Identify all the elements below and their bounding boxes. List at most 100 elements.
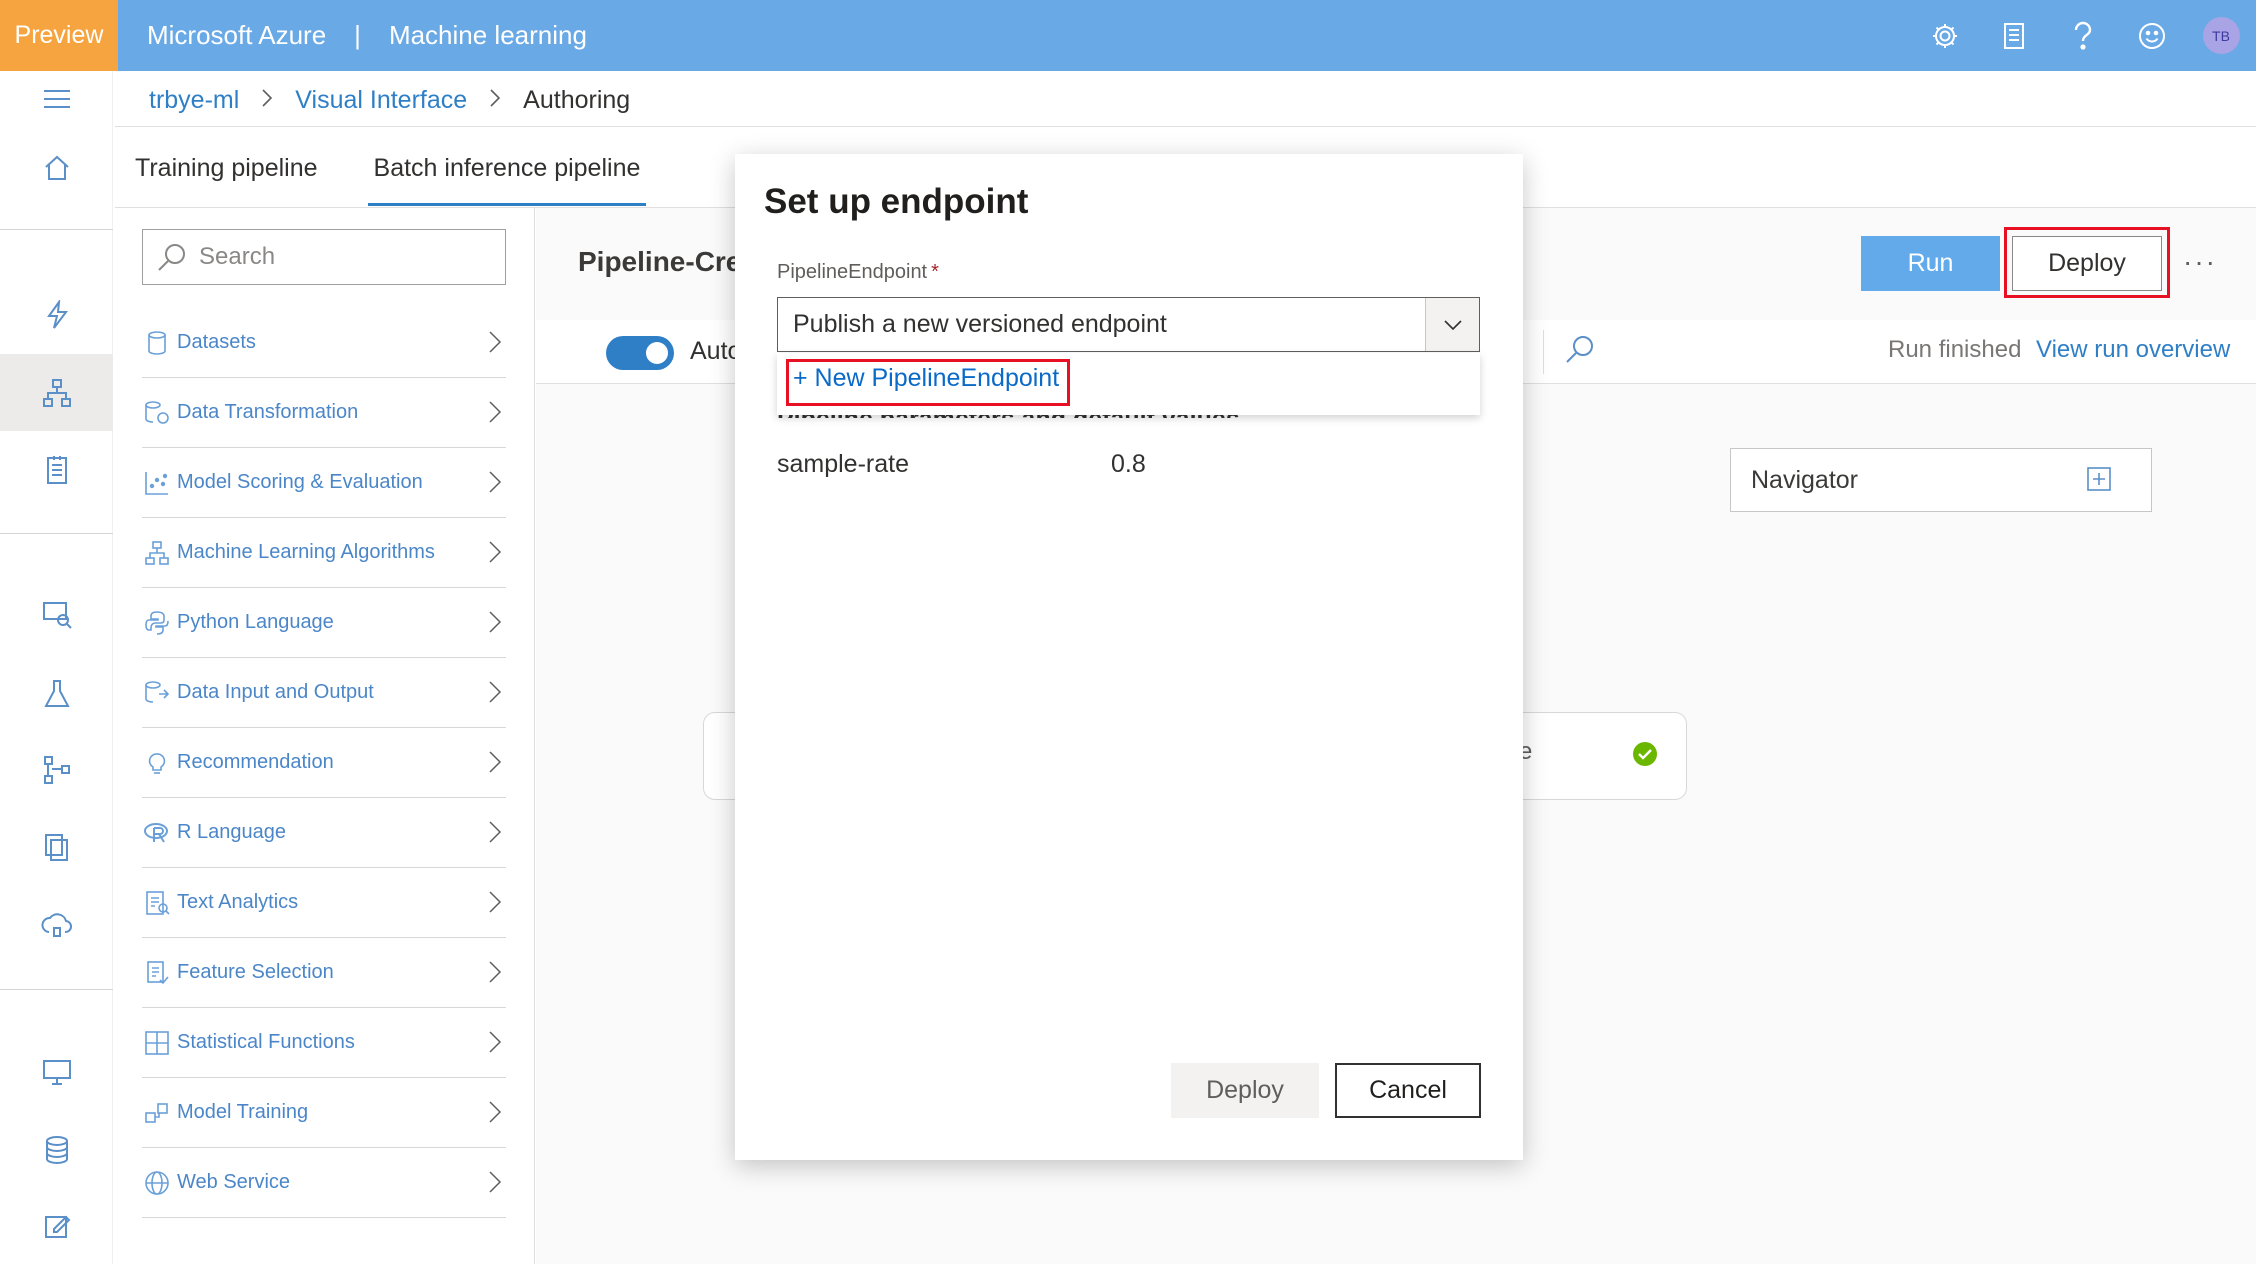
- chevron-down-icon[interactable]: [1425, 298, 1479, 351]
- hamburger-icon[interactable]: [0, 71, 113, 126]
- run-button[interactable]: Run: [1861, 236, 2000, 291]
- notebook-icon[interactable]: [1979, 0, 2048, 71]
- datastores-icon[interactable]: [0, 1111, 113, 1188]
- chevron-right-icon: [488, 470, 502, 500]
- dialog-cancel-button[interactable]: Cancel: [1335, 1063, 1481, 1118]
- chevron-right-icon: [488, 1100, 502, 1130]
- nav-divider: [0, 533, 113, 534]
- python-icon: [142, 608, 172, 638]
- palette-item-feature-selection[interactable]: Feature Selection: [142, 938, 506, 1008]
- palette-item-data-transformation[interactable]: Data Transformation: [142, 378, 506, 448]
- nav-divider: [0, 229, 113, 230]
- palette-item-model-scoring[interactable]: Model Scoring & Evaluation: [142, 448, 506, 518]
- endpoints-icon[interactable]: [0, 886, 113, 963]
- setup-endpoint-dialog: Set up endpoint PipelineEndpoint * Publis…: [735, 154, 1523, 1160]
- search-placeholder: Search: [199, 243, 276, 270]
- palette-item-label: Statistical Functions: [177, 1031, 355, 1053]
- dialog-deploy-button[interactable]: Deploy: [1171, 1063, 1319, 1118]
- autosave-label: Auto: [690, 337, 742, 365]
- pipeline-node[interactable]: e: [1495, 712, 1687, 800]
- nav-divider: [0, 989, 113, 990]
- feature-select-icon: [142, 958, 172, 988]
- chevron-right-icon: [488, 1030, 502, 1060]
- palette-item-label: Text Analytics: [177, 891, 299, 913]
- palette-item-recommendation[interactable]: Recommendation: [142, 728, 506, 798]
- endpoint-label-text: PipelineEndpoint: [777, 261, 928, 283]
- chevron-right-icon: [488, 890, 502, 920]
- service-name[interactable]: Machine learning: [389, 20, 587, 51]
- smiley-icon[interactable]: [2117, 0, 2186, 71]
- experiments-icon[interactable]: [0, 655, 113, 732]
- brand: Microsoft Azure | Machine learning: [147, 20, 587, 51]
- autosave-toggle[interactable]: [606, 336, 674, 370]
- chevron-right-icon: [488, 610, 502, 640]
- toggle-knob: [646, 342, 668, 364]
- avatar: TB: [2202, 17, 2240, 54]
- palette-item-model-training[interactable]: Model Training: [142, 1078, 506, 1148]
- palette-item-label: Data Input and Output: [177, 681, 374, 703]
- chevron-right-icon: [488, 960, 502, 990]
- designer-icon[interactable]: [0, 354, 113, 431]
- models-icon[interactable]: [0, 808, 113, 885]
- tab-training-pipeline[interactable]: Training pipeline: [135, 146, 318, 206]
- model-training-icon: [142, 1098, 172, 1128]
- palette-item-ml-algorithms[interactable]: Machine Learning Algorithms: [142, 518, 506, 588]
- chevron-right-icon: [488, 400, 502, 430]
- top-icons: TB: [1910, 0, 2256, 71]
- pipeline-tabs: Training pipeline Batch inference pipeli…: [135, 146, 696, 206]
- toolbar-divider: [1543, 330, 1544, 374]
- palette-item-data-io[interactable]: Data Input and Output: [142, 658, 506, 728]
- breadcrumb-workspace[interactable]: trbye-ml: [149, 86, 239, 115]
- more-options-icon[interactable]: ···: [2183, 246, 2217, 278]
- breadcrumb-divider: [115, 126, 2256, 127]
- param-name: sample-rate: [777, 450, 909, 478]
- globe-icon: [142, 1168, 172, 1198]
- palette-item-label: Python Language: [177, 611, 334, 633]
- data-transform-icon: [142, 398, 172, 428]
- notebooks-icon[interactable]: [0, 431, 113, 508]
- endpoint-dropdown[interactable]: Publish a new versioned endpoint: [777, 297, 1480, 352]
- palette-item-python-language[interactable]: Python Language: [142, 588, 506, 658]
- view-run-overview-link[interactable]: View run overview: [2036, 336, 2230, 364]
- text-analytics-icon: [142, 888, 172, 918]
- r-icon: [142, 818, 172, 848]
- labeling-icon[interactable]: [0, 1187, 113, 1264]
- palette-item-datasets[interactable]: Datasets: [142, 308, 506, 378]
- automl-icon[interactable]: [0, 276, 113, 353]
- palette-item-text-analytics[interactable]: Text Analytics: [142, 868, 506, 938]
- product-name[interactable]: Microsoft Azure: [147, 20, 326, 51]
- breadcrumb: trbye-ml Visual Interface Authoring: [149, 80, 630, 120]
- breadcrumb-visual-interface[interactable]: Visual Interface: [295, 86, 467, 115]
- avatar-button[interactable]: TB: [2186, 0, 2256, 71]
- data-io-icon: [142, 678, 172, 708]
- chevron-right-icon: [488, 330, 502, 360]
- palette-item-label: Recommendation: [177, 751, 334, 773]
- canvas-search-icon[interactable]: [1565, 334, 1595, 369]
- grid-icon: [142, 1028, 172, 1058]
- expand-plus-icon[interactable]: [2087, 467, 2111, 498]
- palette-item-label: R Language: [177, 821, 286, 843]
- module-palette: Search Datasets Data Transformation Mode…: [115, 208, 535, 1264]
- search-icon: [158, 244, 185, 271]
- top-bar: Preview Microsoft Azure | Machine learni…: [0, 0, 2256, 71]
- left-nav: [0, 71, 113, 1264]
- param-value[interactable]: 0.8: [1111, 450, 1146, 479]
- search-input[interactable]: Search: [142, 229, 506, 285]
- tab-batch-inference-pipeline[interactable]: Batch inference pipeline: [367, 146, 647, 206]
- palette-item-web-service[interactable]: Web Service: [142, 1148, 506, 1218]
- pipeline-title[interactable]: Pipeline-Cre: [578, 246, 736, 286]
- palette-item-r-language[interactable]: R Language: [142, 798, 506, 868]
- datasets-nav-icon[interactable]: [0, 576, 113, 653]
- deploy-highlight-box: [2004, 227, 2170, 298]
- navigator-panel[interactable]: Navigator: [1730, 448, 2152, 512]
- palette-item-statistical-functions[interactable]: Statistical Functions: [142, 1008, 506, 1078]
- gear-icon[interactable]: [1910, 0, 1979, 71]
- compute-icon[interactable]: [0, 1033, 113, 1110]
- chevron-right-icon: [488, 750, 502, 780]
- chevron-right-icon: [488, 680, 502, 710]
- home-icon[interactable]: [0, 129, 113, 206]
- pipelines-icon[interactable]: [0, 731, 113, 808]
- palette-item-label: Model Training: [177, 1101, 309, 1123]
- help-icon[interactable]: [2048, 0, 2117, 71]
- run-status: Run finished: [1888, 336, 2022, 363]
